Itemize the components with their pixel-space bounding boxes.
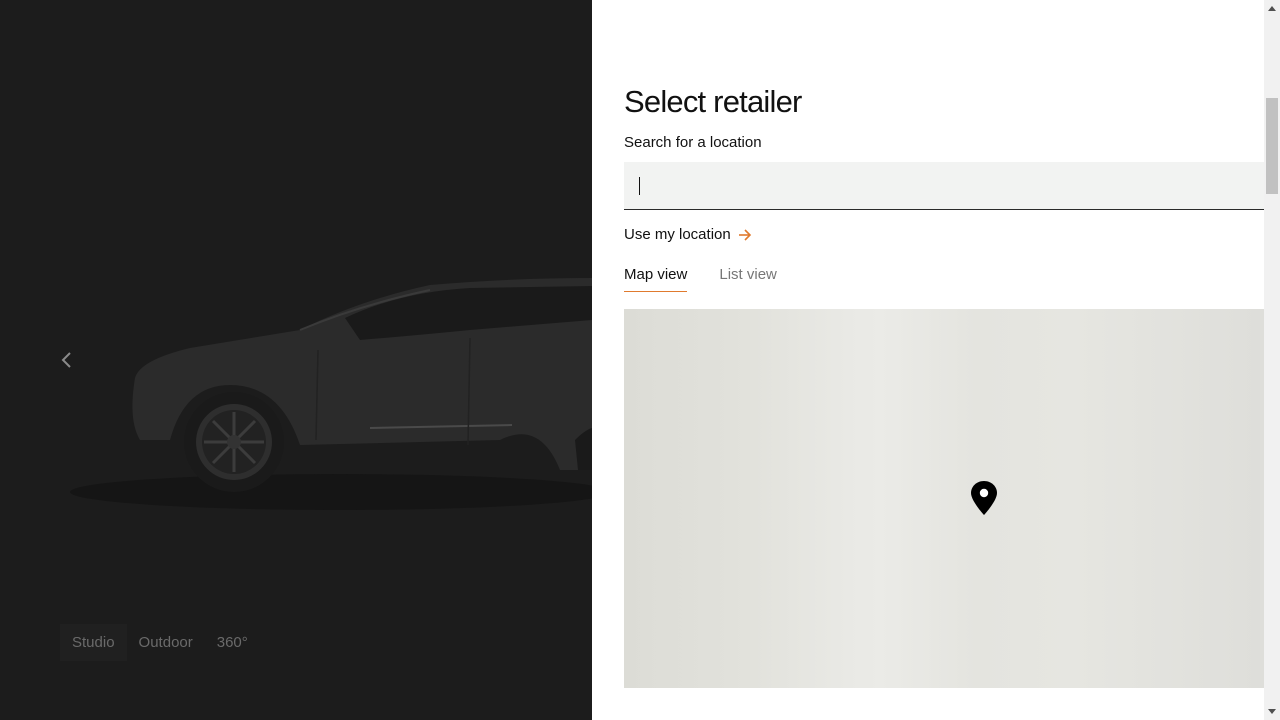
chevron-left-icon xyxy=(61,352,71,368)
view-tab-studio[interactable]: Studio xyxy=(60,624,127,661)
use-my-location-label: Use my location xyxy=(624,226,731,243)
page-scrollbar[interactable] xyxy=(1264,0,1280,720)
view-tabs: Map view List view xyxy=(624,266,777,292)
page-title: Select retailer xyxy=(624,84,802,119)
tab-map-view[interactable]: Map view xyxy=(624,266,688,292)
car-gallery: Studio Outdoor 360° xyxy=(0,0,592,720)
search-field-wrapper xyxy=(624,162,1264,210)
select-retailer-panel: Select retailer Search for a location Us… xyxy=(592,0,1264,720)
scrollbar-thumb[interactable] xyxy=(1266,98,1278,194)
previous-image-button[interactable] xyxy=(54,346,80,374)
use-my-location-link[interactable]: Use my location xyxy=(624,226,753,243)
text-caret xyxy=(639,177,640,195)
car-image xyxy=(70,278,592,510)
location-search-input[interactable] xyxy=(624,162,1254,208)
tab-list-view[interactable]: List view xyxy=(719,266,777,292)
view-tab-360[interactable]: 360° xyxy=(205,624,260,661)
view-tab-outdoor[interactable]: Outdoor xyxy=(127,624,205,661)
scroll-down-arrow-icon[interactable] xyxy=(1264,703,1280,720)
retailer-map[interactable] xyxy=(624,309,1264,688)
view-mode-tabs: Studio Outdoor 360° xyxy=(60,624,260,661)
map-pin-icon[interactable] xyxy=(970,480,998,516)
scroll-up-arrow-icon[interactable] xyxy=(1264,0,1280,17)
search-label: Search for a location xyxy=(624,134,762,151)
arrow-right-icon xyxy=(738,228,751,241)
